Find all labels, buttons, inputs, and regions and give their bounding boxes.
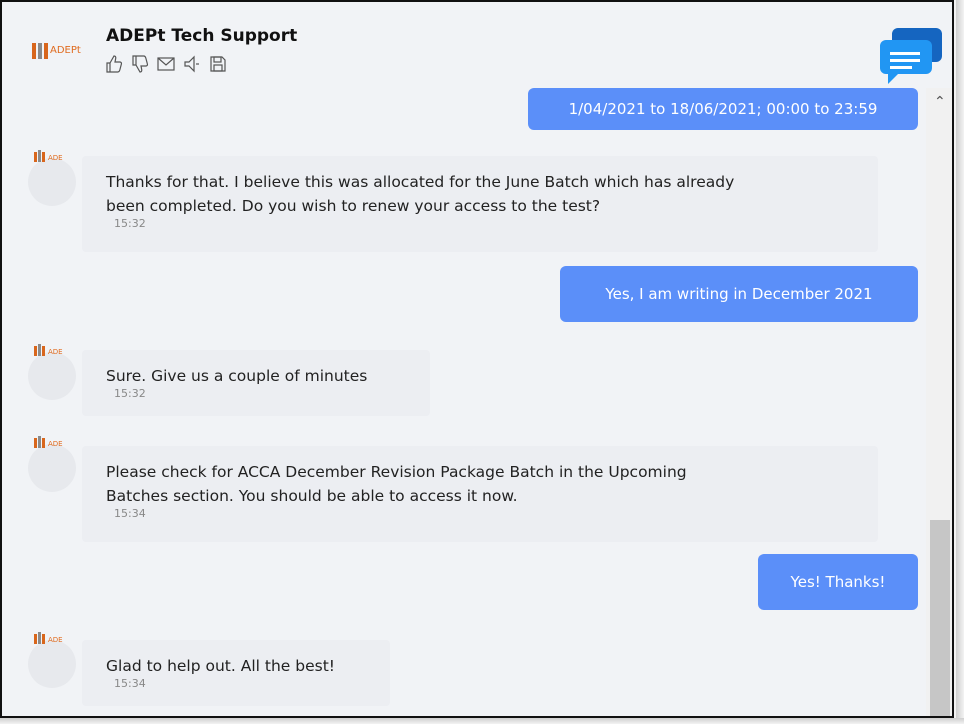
window-shadow [0, 718, 964, 724]
message-text: Yes! Thanks! [790, 573, 886, 591]
message-line: Thanks for that. I believe this was allo… [106, 173, 735, 191]
company-logo: ADEPt [32, 40, 96, 62]
agent-message: Glad to help out. All the best! 15:34 [82, 640, 390, 706]
message-time: 15:34 [114, 507, 146, 520]
message-text: Yes, I am writing in December 2021 [605, 285, 873, 303]
chat-title: ADEPt Tech Support [106, 26, 298, 46]
message-time: 15:32 [114, 387, 146, 400]
message-time: 15:34 [114, 677, 146, 690]
user-message: 1/04/2021 to 18/06/2021; 00:00 to 23:59 [528, 88, 918, 130]
message-line: Please check for ACCA December Revision … [106, 463, 687, 481]
message-line: been completed. Do you wish to renew you… [106, 197, 601, 215]
chevron-up-icon[interactable]: ⌃ [934, 94, 946, 110]
agent-avatar: ADE [28, 344, 76, 400]
user-message: Yes! Thanks! [758, 554, 918, 610]
thumbs-up-icon[interactable] [104, 54, 124, 74]
scrollbar-thumb[interactable] [930, 520, 950, 716]
chat-bubble-icon[interactable] [878, 26, 944, 86]
thumbs-down-icon[interactable] [130, 54, 150, 74]
chat-header: ADEPt ADEPt Tech Support [2, 2, 952, 88]
message-text: 1/04/2021 to 18/06/2021; 00:00 to 23:59 [568, 100, 878, 118]
agent-message: Sure. Give us a couple of minutes 15:32 [82, 350, 430, 416]
message-line: Sure. Give us a couple of minutes [106, 367, 368, 385]
envelope-icon[interactable] [156, 54, 176, 74]
agent-message: Thanks for that. I believe this was allo… [82, 156, 878, 252]
agent-message: Please check for ACCA December Revision … [82, 446, 878, 542]
message-list[interactable]: 1/04/2021 to 18/06/2021; 00:00 to 23:59 … [2, 88, 926, 716]
window-shadow [956, 0, 964, 724]
message-line: Batches section. You should be able to a… [106, 487, 518, 505]
user-message: Yes, I am writing in December 2021 [560, 266, 918, 322]
logo-bars [32, 43, 48, 59]
agent-avatar: ADE [28, 436, 76, 492]
message-time: 15:32 [114, 217, 146, 230]
header-toolbar [104, 54, 228, 74]
message-line: Glad to help out. All the best! [106, 657, 335, 675]
agent-avatar: ADE [28, 632, 76, 688]
logo-text: ADEPt [50, 45, 81, 56]
speaker-icon[interactable] [182, 54, 202, 74]
chat-window: ADEPt ADEPt Tech Support 1/04/2021 to 18… [0, 0, 954, 718]
message-scrollbar[interactable]: ⌃ [926, 88, 952, 716]
agent-avatar: ADE [28, 150, 76, 206]
save-icon[interactable] [208, 54, 228, 74]
